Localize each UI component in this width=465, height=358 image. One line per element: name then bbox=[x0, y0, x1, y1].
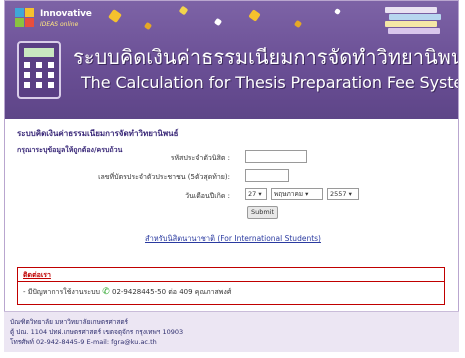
contact-panel: ติดต่อเรา - มีปัญหาการใช้งานระบบ ✆ 02-94… bbox=[17, 267, 445, 305]
logo-square-yellow bbox=[25, 8, 34, 17]
chevron-down-icon: ▾ bbox=[258, 190, 262, 198]
banner-title-english: The Calculation for Thesis Preparation F… bbox=[81, 73, 458, 92]
footer-contact: โทรศัพท์ 02-942-8445-9 E-mail: fgra@ku.a… bbox=[10, 338, 157, 346]
system-title: ระบบคิดเงินค่าธรรมเนียมการจัดทำวิทยานิพน… bbox=[17, 129, 179, 138]
page-footer: บัณฑิตวิทยาลัย มหาวิทยาลัยเกษตรศาสตร์ ตู… bbox=[4, 311, 459, 352]
birth-day-value: 27 bbox=[248, 190, 257, 198]
logo-square-green bbox=[15, 18, 24, 27]
birth-day-select[interactable]: 27 ▾ bbox=[245, 188, 267, 200]
books-icon bbox=[385, 7, 443, 37]
innovative-logo: Innovative IDEAS online bbox=[15, 8, 92, 34]
national-id-input[interactable] bbox=[245, 169, 289, 182]
footer-address-1: บัณฑิตวิทยาลัย มหาวิทยาลัยเกษตรศาสตร์ bbox=[10, 318, 129, 326]
contact-title: ติดต่อเรา bbox=[23, 271, 51, 279]
phone-icon: ✆ bbox=[102, 287, 110, 297]
international-students-link[interactable]: สำหรับนิสิตนานาชาติ (For International S… bbox=[145, 233, 321, 245]
contact-header: ติดต่อเรา bbox=[18, 268, 444, 282]
national-id-label: เลขที่บัตรประจำตัวประชาชน (5ตัวสุดท้าย): bbox=[98, 173, 230, 181]
calculator-icon bbox=[17, 41, 61, 99]
banner-title-thai: ระบบคิดเงินค่าธรรมเนียมการจัดทำวิทยานิพน… bbox=[73, 45, 458, 69]
confetti-decoration bbox=[213, 17, 223, 27]
chevron-down-icon: ▾ bbox=[305, 190, 309, 198]
logo-subtext: IDEAS online bbox=[40, 21, 79, 28]
confetti-decoration bbox=[293, 19, 303, 29]
contact-line-prefix: - มีปัญหาการใช้งานระบบ bbox=[23, 288, 100, 296]
contact-phone: 02-9428445-50 ต่อ 409 คุณภาสพงศ์ bbox=[111, 288, 232, 296]
logo-square-red bbox=[25, 18, 34, 27]
form-instruction: กรุณาระบุข้อมูลให้ถูกต้อง/ครบถ้วน bbox=[17, 146, 123, 154]
logo-square-blue bbox=[15, 8, 24, 17]
birth-month-value: พฤษภาคม bbox=[274, 190, 304, 198]
birth-month-select[interactable]: พฤษภาคม ▾ bbox=[271, 188, 323, 200]
submit-button[interactable]: Submit bbox=[247, 206, 278, 219]
confetti-decoration bbox=[108, 9, 122, 23]
chevron-down-icon: ▾ bbox=[348, 190, 352, 198]
student-id-label: รหัสประจำตัวนิสิต : bbox=[170, 154, 230, 162]
birth-year-value: 2557 bbox=[330, 190, 347, 198]
main-content: ระบบคิดเงินค่าธรรมเนียมการจัดทำวิทยานิพน… bbox=[17, 127, 447, 156]
student-id-input[interactable] bbox=[245, 150, 307, 163]
confetti-decoration bbox=[248, 9, 261, 22]
logo-text: Innovative bbox=[40, 9, 92, 19]
confetti-decoration bbox=[178, 5, 189, 16]
contact-line: - มีปัญหาการใช้งานระบบ ✆ 02-9428445-50 ต… bbox=[23, 287, 231, 298]
footer-address-2: ตู้ ปณ. 1104 ปทฝ.เกษตรศาสตร์ เขตจตุจักร … bbox=[10, 328, 184, 336]
confetti-decoration bbox=[334, 8, 341, 15]
birthdate-label: วันเดือนปีเกิด : bbox=[185, 192, 230, 200]
birth-year-select[interactable]: 2557 ▾ bbox=[327, 188, 359, 200]
header-banner: Innovative IDEAS online ระบบคิดเงินค่าธร… bbox=[5, 1, 458, 119]
page-frame: Innovative IDEAS online ระบบคิดเงินค่าธร… bbox=[4, 0, 459, 352]
confetti-decoration bbox=[143, 21, 153, 31]
